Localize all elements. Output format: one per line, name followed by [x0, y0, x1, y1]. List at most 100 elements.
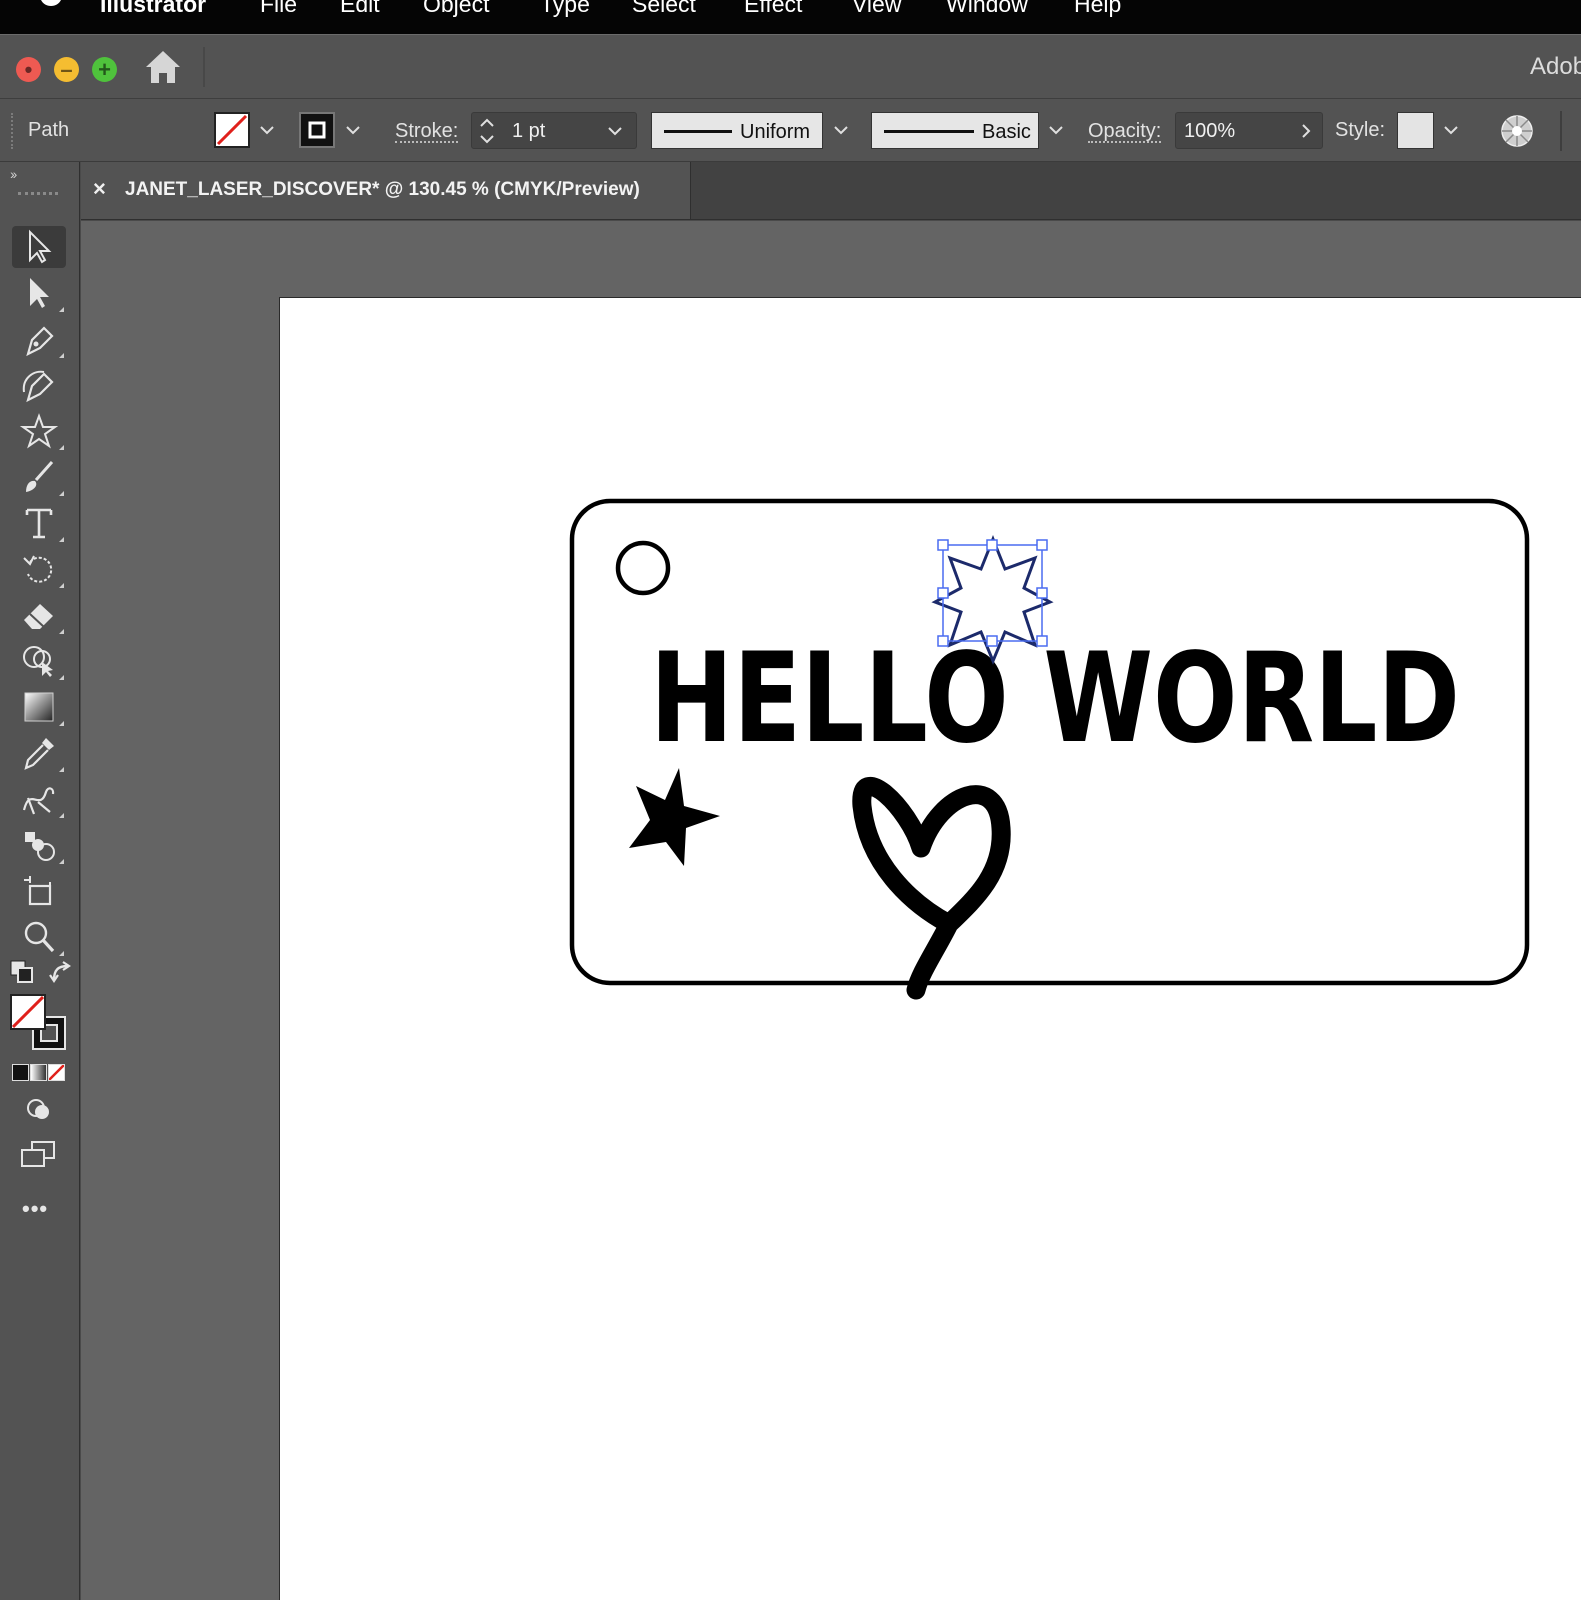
stroke-stepper-icon[interactable]	[478, 115, 496, 147]
opacity-arrow-icon[interactable]	[1294, 117, 1318, 145]
type-tool[interactable]	[12, 502, 66, 544]
selection-tool[interactable]	[12, 226, 66, 268]
document-tab[interactable]: × JANET_LASER_DISCOVER* @ 130.45 % (CMYK…	[81, 162, 691, 219]
color-mode-buttons	[12, 1064, 66, 1082]
stroke-weight-field[interactable]: 1 pt	[471, 112, 637, 149]
puppet-warp-icon	[22, 787, 55, 815]
puppet-warp-tool[interactable]	[12, 778, 66, 820]
edit-toolbar-button[interactable]: •••	[22, 1196, 48, 1222]
collapse-panel-icon[interactable]: ››	[10, 166, 17, 182]
menu-file[interactable]: File	[260, 0, 297, 16]
draw-mode-icon[interactable]	[24, 1096, 54, 1124]
none-fill-icon	[11, 995, 45, 1029]
zoom-tool[interactable]	[12, 916, 66, 958]
recolor-artwork-icon[interactable]	[1500, 114, 1534, 148]
star-tool[interactable]	[12, 410, 66, 452]
swap-fill-stroke-icon[interactable]	[48, 960, 72, 984]
apple-logo-icon[interactable]	[36, 0, 66, 14]
pen-tool[interactable]	[12, 318, 66, 360]
tag-hole-circle[interactable]	[615, 540, 671, 596]
shape-builder-icon	[23, 646, 53, 677]
none-slash-icon	[48, 1064, 65, 1081]
document-tab-title: JANET_LASER_DISCOVER* @ 130.45 % (CMYK/P…	[125, 179, 640, 200]
flyout-indicator	[59, 307, 64, 312]
menu-help[interactable]: Help	[1074, 0, 1121, 16]
curvature-tool[interactable]	[12, 364, 66, 406]
default-fill-stroke-icon[interactable]	[10, 960, 34, 984]
eraser-tool[interactable]	[12, 594, 66, 636]
close-window-button[interactable]: •	[16, 57, 41, 82]
flyout-indicator	[59, 721, 64, 726]
bbox-handle-bottom-left[interactable]	[937, 635, 949, 647]
menu-object[interactable]: Object	[423, 0, 489, 16]
brush-line-icon	[884, 130, 974, 133]
stroke-swatch[interactable]	[299, 112, 335, 148]
color-mode-button[interactable]	[12, 1064, 29, 1081]
flyout-indicator	[59, 537, 64, 542]
stroke-label[interactable]: Stroke:	[395, 121, 459, 143]
opacity-field[interactable]: 100%	[1175, 112, 1323, 149]
opacity-label[interactable]: Opacity:	[1088, 121, 1162, 143]
eyedropper-tool[interactable]	[12, 732, 66, 774]
minimize-icon: –	[60, 57, 73, 82]
home-icon[interactable]	[144, 49, 182, 85]
direct-selection-tool[interactable]	[12, 272, 66, 314]
document-tab-bar: × JANET_LASER_DISCOVER* @ 130.45 % (CMYK…	[81, 162, 1581, 220]
canvas-area[interactable]: HELLO WORLD	[81, 221, 1581, 1600]
menu-app-name[interactable]: Illustrator	[100, 0, 206, 16]
stroke-weight-chevron-icon[interactable]	[602, 117, 628, 145]
fill-swatch[interactable]	[214, 112, 250, 148]
gradient-tool[interactable]	[12, 686, 66, 728]
panel-grip[interactable]	[18, 192, 58, 196]
menu-select[interactable]: Select	[632, 0, 696, 16]
titlebar-separator	[203, 47, 205, 87]
profile-dropdown-chevron-icon[interactable]	[828, 115, 854, 145]
brush-dropdown-chevron-icon[interactable]	[1043, 115, 1069, 145]
flyout-indicator	[59, 445, 64, 450]
direct-selection-arrow-icon	[30, 278, 49, 308]
bbox-handle-bottom-right[interactable]	[1036, 635, 1048, 647]
stroke-dropdown-chevron-icon[interactable]	[340, 115, 366, 145]
heart-stroke-shape[interactable]	[852, 777, 1011, 1000]
bbox-handle-right[interactable]	[1036, 587, 1048, 599]
fill-stroke-widget	[10, 994, 68, 1052]
bbox-handle-top-left[interactable]	[937, 539, 949, 551]
filled-star-shape[interactable]	[629, 768, 720, 866]
menu-view[interactable]: View	[852, 0, 901, 16]
fill-dropdown-chevron-icon[interactable]	[254, 115, 280, 145]
bbox-handle-top-right[interactable]	[1036, 539, 1048, 551]
flyout-indicator	[59, 859, 64, 864]
shape-builder-tool[interactable]	[12, 640, 66, 682]
headline-text[interactable]: HELLO WORLD	[650, 627, 1460, 771]
flyout-indicator	[59, 353, 64, 358]
graphic-style-swatch[interactable]	[1397, 112, 1434, 149]
symbol-sprayer-tool[interactable]	[12, 824, 66, 866]
menu-effect[interactable]: Effect	[744, 0, 802, 16]
gradient-mode-button[interactable]	[30, 1064, 47, 1081]
eraser-icon	[24, 604, 53, 629]
bbox-handle-top[interactable]	[986, 539, 998, 551]
artboard[interactable]: HELLO WORLD	[279, 297, 1581, 1600]
bbox-handle-left[interactable]	[937, 587, 949, 599]
bbox-handle-bottom[interactable]	[986, 635, 998, 647]
brush-definition[interactable]: Basic	[871, 112, 1039, 149]
menu-type[interactable]: Type	[540, 0, 590, 16]
control-bar-grip[interactable]	[11, 113, 14, 149]
menu-edit[interactable]: Edit	[340, 0, 380, 16]
rotate-tool[interactable]	[12, 548, 66, 590]
minimize-window-button[interactable]: –	[54, 57, 79, 82]
style-dropdown-chevron-icon[interactable]	[1438, 115, 1464, 145]
fill-color-box[interactable]	[10, 994, 46, 1030]
screen-mode-icon[interactable]	[20, 1140, 58, 1170]
menu-window[interactable]: Window	[946, 0, 1028, 16]
controlbar-separator	[1560, 111, 1562, 151]
zoom-window-button[interactable]: +	[92, 57, 117, 82]
artboard-tool[interactable]	[12, 870, 66, 912]
profile-line-icon	[664, 130, 732, 133]
selection-arrow-icon	[29, 229, 52, 264]
none-mode-button[interactable]	[48, 1064, 65, 1081]
gradient-square-icon	[24, 692, 54, 722]
paintbrush-tool[interactable]	[12, 456, 66, 498]
close-tab-icon[interactable]: ×	[93, 176, 106, 202]
variable-width-profile[interactable]: Uniform	[651, 112, 823, 149]
